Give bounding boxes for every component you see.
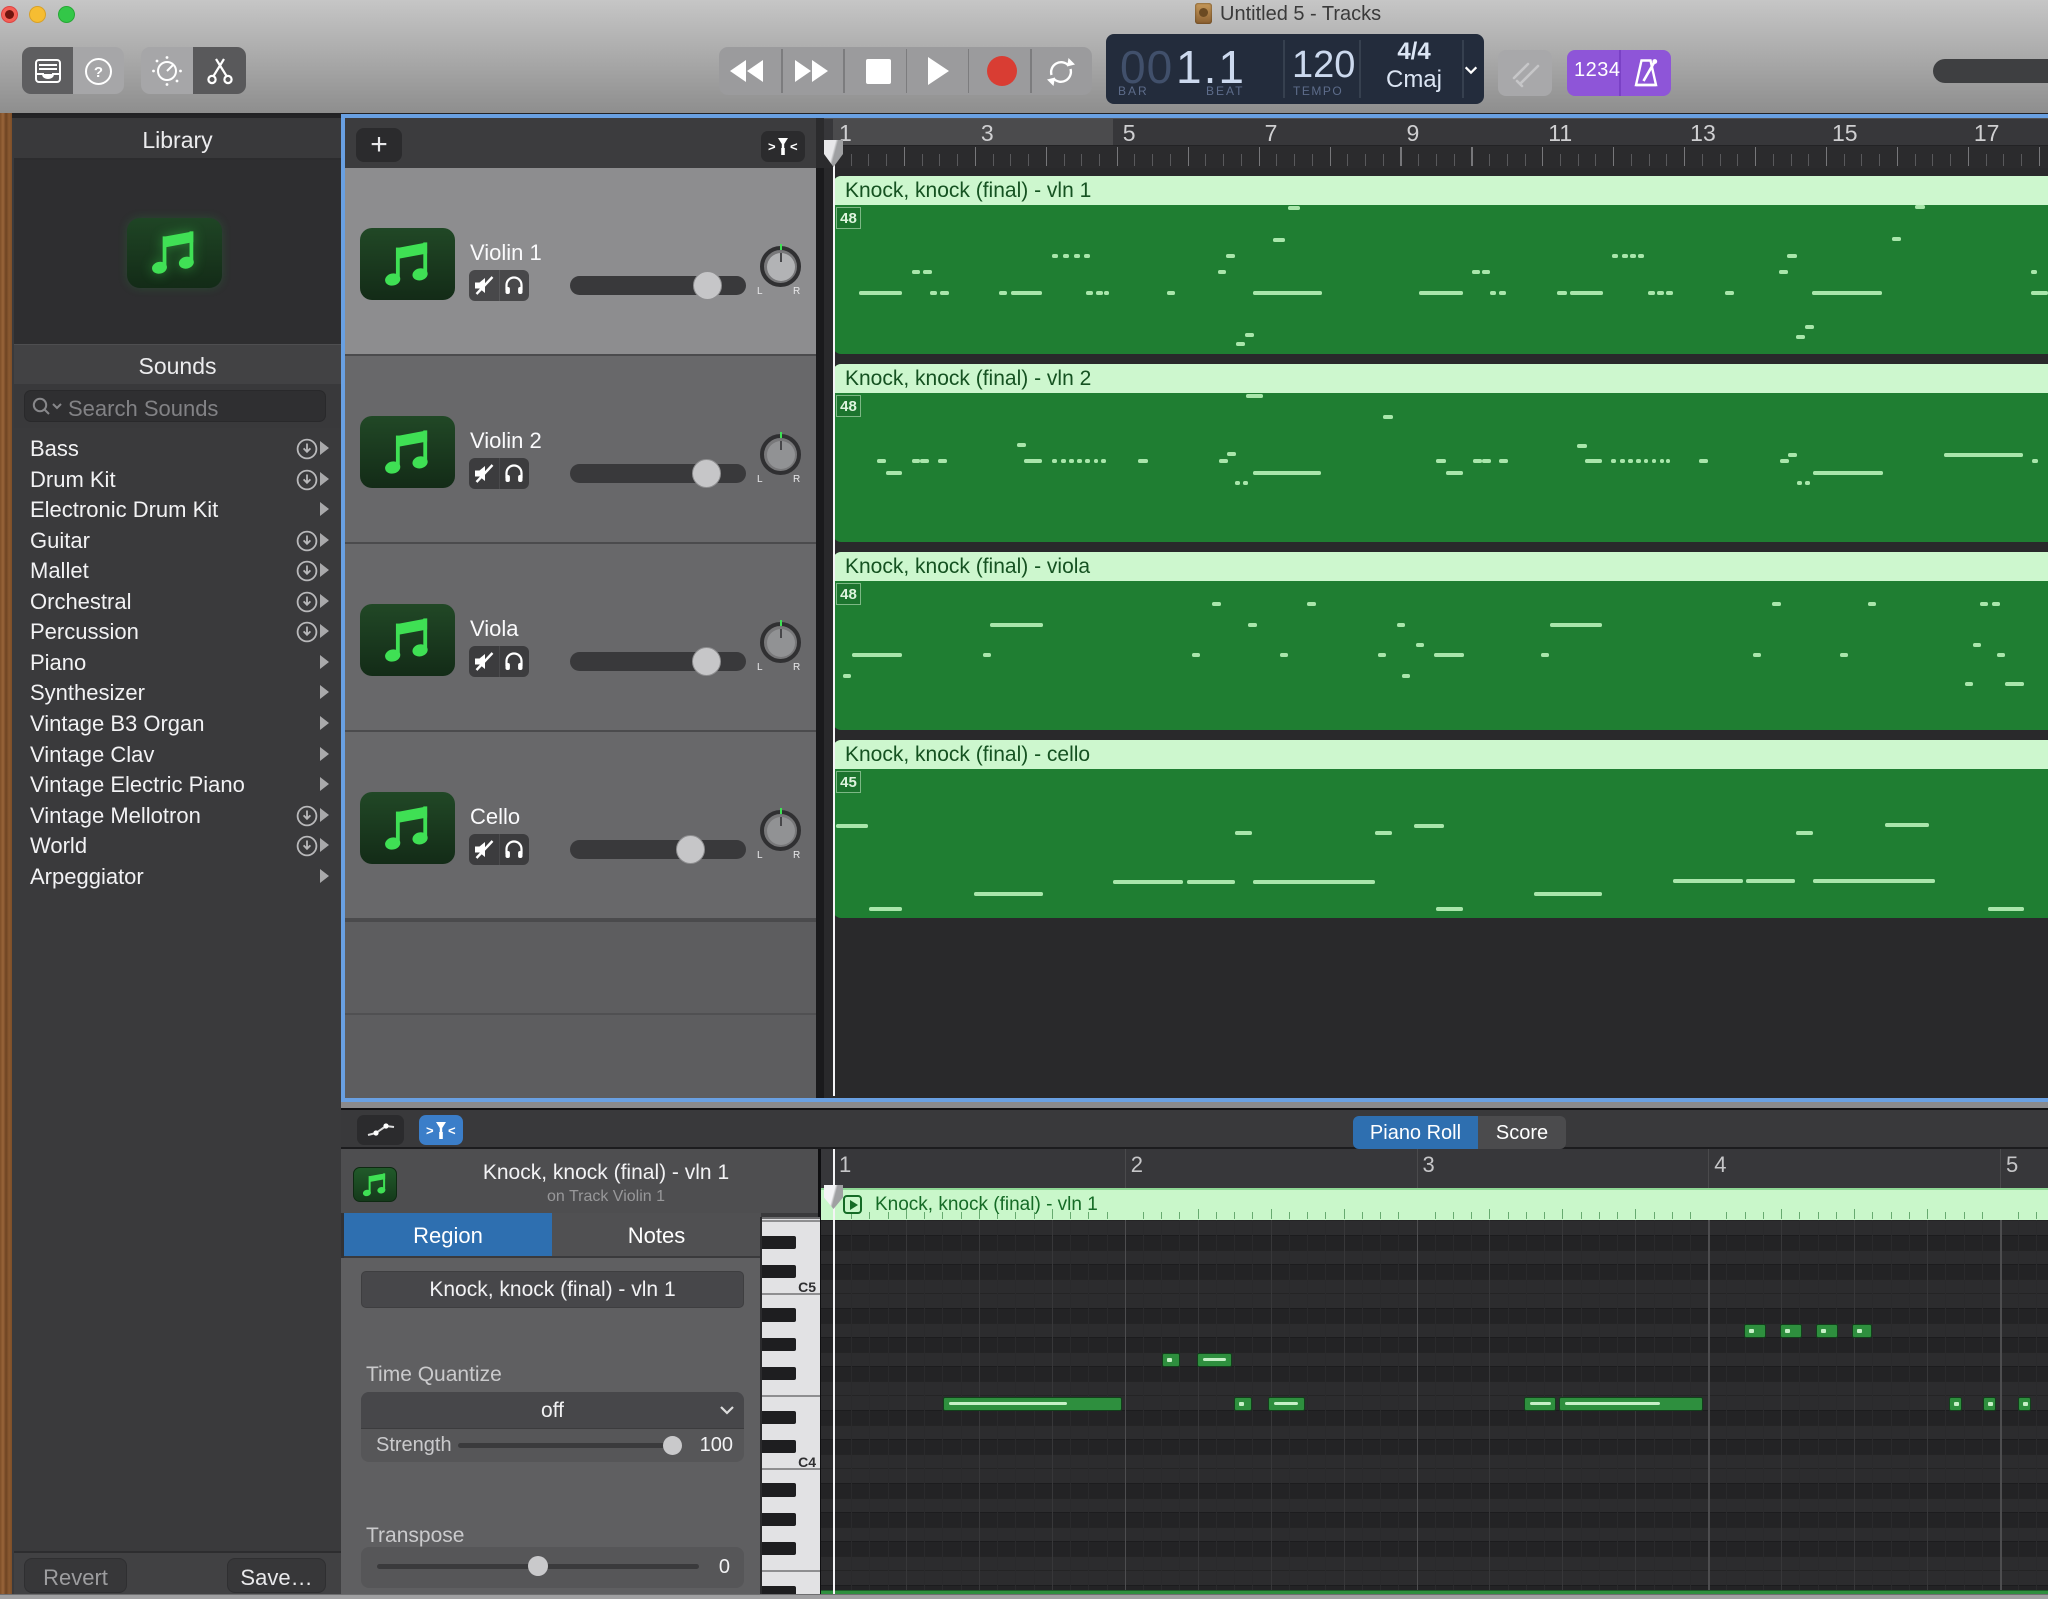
svg-text:?: ? (94, 64, 103, 81)
svg-text:<: < (790, 139, 798, 154)
svg-text:>: > (768, 139, 776, 154)
svg-text:>: > (426, 1123, 434, 1138)
svg-text:<: < (448, 1123, 456, 1138)
